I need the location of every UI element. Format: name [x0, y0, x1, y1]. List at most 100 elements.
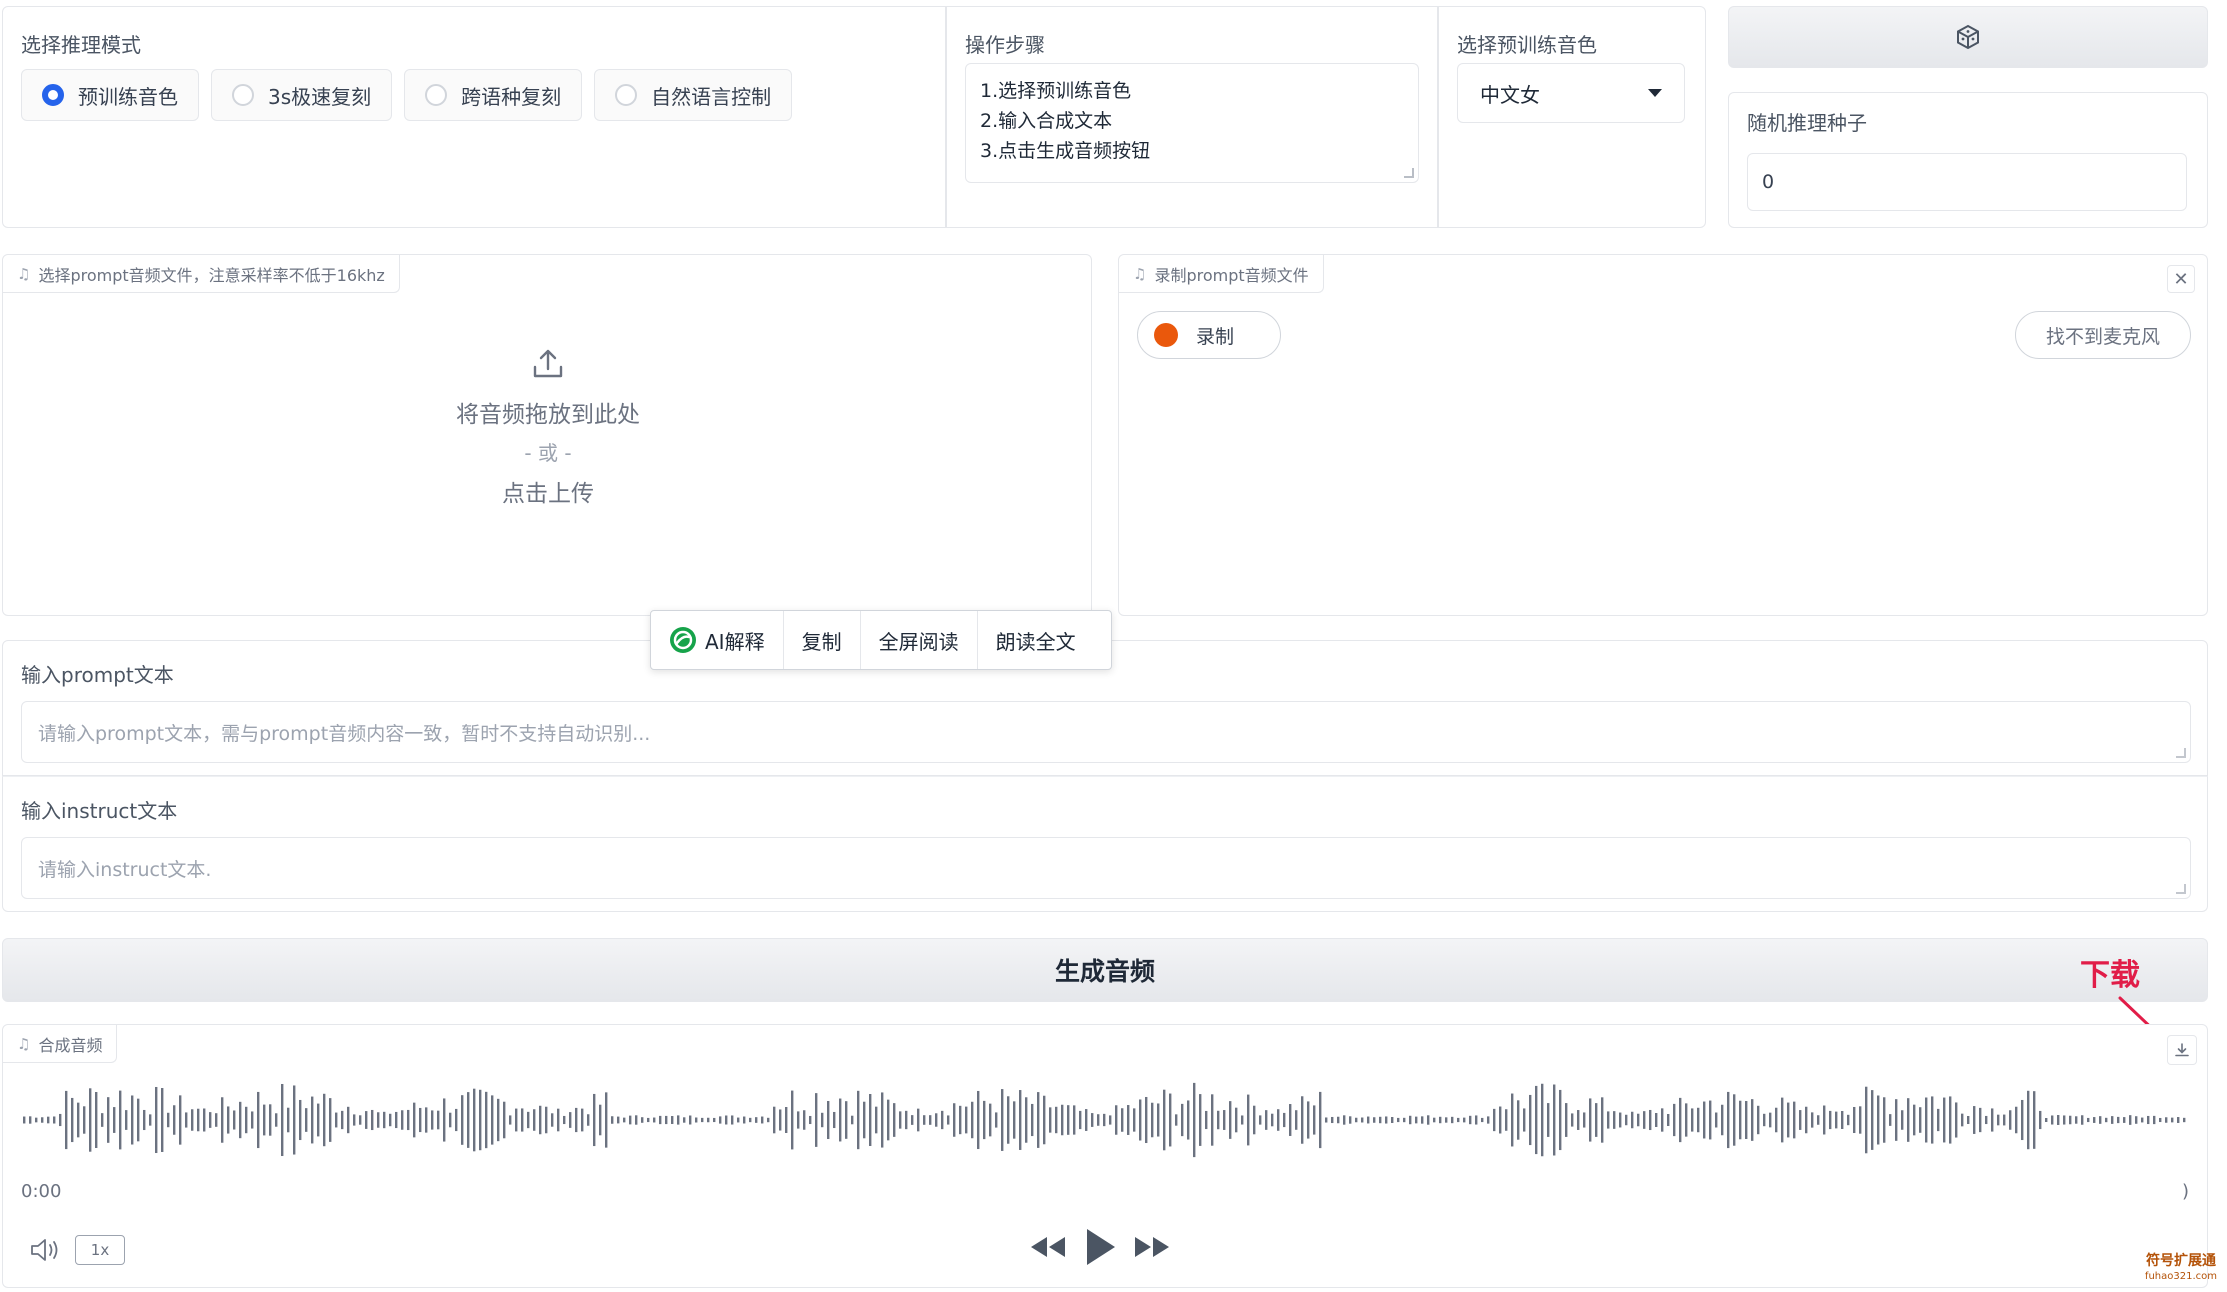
- waveform-bar: [2063, 1115, 2066, 1125]
- waveform-bar: [1823, 1105, 1826, 1135]
- play-icon[interactable]: [1083, 1227, 1117, 1267]
- close-icon[interactable]: ✕: [2167, 265, 2195, 293]
- radio-label: 自然语言控制: [651, 84, 772, 109]
- radio-3s-clone[interactable]: 3s极速复刻: [211, 69, 393, 121]
- waveform-bar: [1973, 1106, 1976, 1134]
- waveform-bar: [1889, 1114, 1892, 1126]
- download-button[interactable]: [2167, 1035, 2197, 1065]
- waveform-bar: [1349, 1116, 1352, 1124]
- waveform-bar: [47, 1116, 50, 1124]
- resize-handle-icon[interactable]: [2176, 748, 2186, 758]
- waveform-bar: [575, 1107, 578, 1133]
- rewind-icon[interactable]: [1029, 1233, 1067, 1261]
- waveform-bar: [443, 1098, 446, 1142]
- waveform-bar: [1379, 1116, 1382, 1124]
- waveform-bar: [1019, 1090, 1022, 1150]
- output-audio-panel: ♫ 合成音频 0:00 ) 1x: [2, 1024, 2208, 1288]
- waveform-bar: [425, 1107, 428, 1133]
- radio-cross-lingual[interactable]: 跨语种复刻: [404, 69, 583, 121]
- waveform-bar: [1421, 1116, 1424, 1124]
- volume-icon[interactable]: [29, 1235, 61, 1265]
- seed-input[interactable]: 0: [1747, 153, 2187, 211]
- waveform-bar: [1037, 1092, 1040, 1148]
- waveform-bar: [1463, 1117, 1466, 1123]
- read-aloud-button[interactable]: 朗读全文: [978, 611, 1094, 669]
- ai-explain-button[interactable]: AI解释: [651, 611, 784, 669]
- upload-dropzone[interactable]: 将音频拖放到此处 - 或 - 点击上传: [3, 345, 1093, 508]
- waveform-bar: [785, 1107, 788, 1133]
- waveform-bar: [1511, 1093, 1514, 1147]
- waveform-bar: [473, 1088, 476, 1152]
- pretrained-voice-select[interactable]: 中文女: [1457, 63, 1685, 123]
- waveform-bar: [1739, 1100, 1742, 1140]
- waveform-bar: [155, 1086, 158, 1154]
- waveform-bar: [1307, 1101, 1310, 1139]
- waveform-bar: [1931, 1096, 1934, 1144]
- instruct-text-input[interactable]: 请输入instruct文本.: [21, 837, 2191, 899]
- watermark-line1: 符号扩展通: [2145, 1253, 2216, 1269]
- waveform-bar: [623, 1117, 626, 1123]
- waveform-bar: [581, 1108, 584, 1132]
- waveform-bar: [2069, 1115, 2072, 1125]
- waveform-bar: [767, 1117, 770, 1123]
- waveform-bar: [89, 1088, 92, 1152]
- playback-rate-button[interactable]: 1x: [75, 1235, 125, 1265]
- waveform-bar: [2099, 1116, 2102, 1124]
- waveform-bar: [653, 1117, 656, 1123]
- random-seed-button[interactable]: [1728, 6, 2208, 68]
- copy-button[interactable]: 复制: [784, 611, 861, 669]
- inference-mode-radio-group: 预训练音色 3s极速复刻 跨语种复刻 自然语言控制: [21, 69, 793, 121]
- waveform-bar: [1913, 1104, 1916, 1136]
- waveform-bar: [1427, 1115, 1430, 1125]
- waveform-bar: [65, 1090, 68, 1150]
- prompt-text-input[interactable]: 请输入prompt文本，需与prompt音频内容一致，暂时不支持自动识别...: [21, 701, 2191, 763]
- waveform-bar: [833, 1111, 836, 1129]
- waveform-bar: [1607, 1111, 1610, 1129]
- record-button[interactable]: 录制: [1137, 311, 1281, 359]
- waveform-bar: [1175, 1114, 1178, 1126]
- waveform-bar: [1553, 1084, 1556, 1156]
- waveform-bar: [1877, 1095, 1880, 1145]
- fullscreen-read-button[interactable]: 全屏阅读: [861, 611, 978, 669]
- radio-pretrained-voice[interactable]: 预训练音色: [21, 69, 199, 121]
- waveform-bar: [1391, 1117, 1394, 1123]
- waveform-bar: [1439, 1116, 1442, 1124]
- resize-handle-icon[interactable]: [2176, 884, 2186, 894]
- generate-audio-button[interactable]: 生成音频: [2, 938, 2208, 1002]
- resize-handle-icon[interactable]: [1404, 168, 1414, 178]
- waveform-bar: [1043, 1095, 1046, 1145]
- waveform[interactable]: [23, 1075, 2189, 1165]
- waveform-bar: [773, 1106, 776, 1134]
- waveform-bar: [527, 1111, 530, 1129]
- waveform-bar: [1697, 1107, 1700, 1133]
- waveform-bar: [2081, 1115, 2084, 1125]
- no-microphone-button[interactable]: 找不到麦克风: [2015, 311, 2191, 359]
- radio-instruct-control[interactable]: 自然语言控制: [594, 69, 793, 121]
- waveform-bar: [1793, 1101, 1796, 1139]
- waveform-bar: [2051, 1115, 2054, 1125]
- waveform-bar: [1451, 1116, 1454, 1124]
- waveform-bar: [695, 1117, 698, 1123]
- waveform-bar: [1331, 1116, 1334, 1124]
- waveform-bar: [1613, 1111, 1616, 1129]
- waveform-bar: [1121, 1108, 1124, 1132]
- waveform-bar: [1115, 1105, 1118, 1135]
- waveform-bar: [953, 1103, 956, 1137]
- prompt-audio-upload-panel[interactable]: ♫ 选择prompt音频文件，注意采样率不低于16khz 将音频拖放到此处 - …: [2, 254, 1092, 616]
- waveform-bar: [1265, 1110, 1268, 1130]
- waveform-bar: [1067, 1105, 1070, 1135]
- waveform-bar: [827, 1100, 830, 1140]
- waveform-bar: [329, 1098, 332, 1142]
- click-upload-text[interactable]: 点击上传: [3, 474, 1093, 508]
- waveform-bar: [1247, 1094, 1250, 1146]
- seed-panel: 随机推理种子 0: [1728, 92, 2208, 228]
- steps-textarea[interactable]: 1.选择预训练音色 2.输入合成文本 3.点击生成音频按钮: [965, 63, 1419, 183]
- waveform-bar: [1637, 1113, 1640, 1127]
- fast-forward-icon[interactable]: [1133, 1233, 1171, 1261]
- waveform-bar: [839, 1098, 842, 1142]
- waveform-bar: [1949, 1096, 1952, 1144]
- pretrained-voice-panel: 选择预训练音色 中文女: [1438, 6, 1706, 228]
- waveform-bar: [293, 1085, 296, 1155]
- waveform-bar: [1361, 1117, 1364, 1123]
- waveform-bar: [1259, 1115, 1262, 1125]
